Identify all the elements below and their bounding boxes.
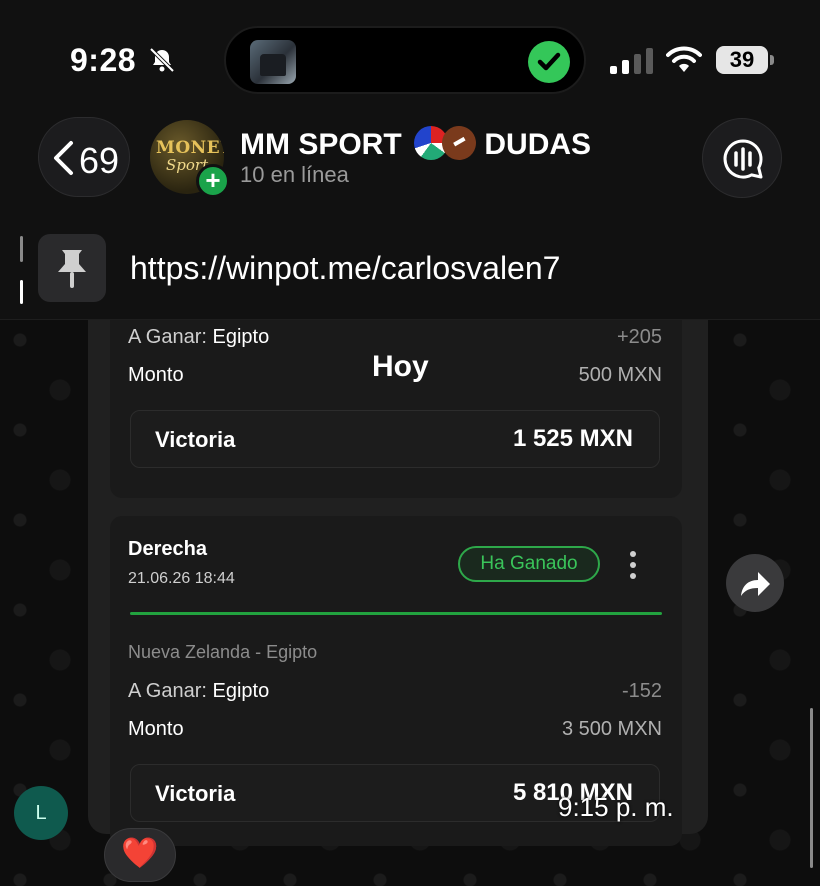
battery-level: 39: [716, 46, 768, 74]
checkmark-icon: [528, 41, 570, 83]
scrollbar[interactable]: [810, 708, 813, 868]
status-bar: 9:28 39: [0, 0, 820, 110]
sender-avatar[interactable]: L: [14, 786, 68, 840]
chat-area: A Ganar: Egipto +205 Monto 500 MXN Victo…: [0, 320, 820, 886]
more-options-icon[interactable]: [628, 550, 638, 580]
unread-count: 69: [79, 140, 120, 181]
to-win-row: A Ganar: Egipto: [128, 326, 270, 348]
odds-value: -152: [621, 680, 662, 702]
date-separator: Hoy: [372, 350, 429, 383]
bell-slash-icon: [149, 47, 175, 73]
bet-date: 21.06.26 18:44: [128, 570, 235, 587]
voice-chat-button[interactable]: [702, 118, 782, 198]
pinned-message-bar[interactable]: https://winpot.me/carlosvalen7: [0, 220, 820, 320]
pinned-link[interactable]: https://winpot.me/carlosvalen7: [130, 250, 560, 287]
group-name: MM SPORT: [240, 128, 402, 161]
amount-label: Monto: [128, 364, 184, 386]
football-icon: [435, 119, 483, 167]
victory-label: Victoria: [155, 781, 236, 806]
victory-amount: 1 525 MXN: [512, 425, 633, 452]
to-win-row: A Ganar: Egipto: [128, 680, 270, 702]
bet-title: Derecha: [128, 538, 207, 560]
bet-card: A Ganar: Egipto +205 Monto 500 MXN Victo…: [110, 320, 682, 498]
pin-indicator: [20, 236, 23, 262]
chat-header: 69 MONEY Sport + MM SPORT DUDAS 10 en lí…: [0, 110, 820, 220]
live-activity-thumbnail: [250, 40, 296, 84]
share-arrow-icon: [741, 572, 770, 596]
victory-box: Victoria 1 525 MXN: [130, 410, 660, 468]
avatar-logo-text: MONEY: [156, 138, 224, 158]
back-button[interactable]: 69: [38, 117, 130, 197]
voice-chat-icon: [723, 139, 763, 179]
status-badge: Ha Ganado: [458, 546, 600, 582]
forward-button[interactable]: [726, 554, 784, 612]
clock: 9:28: [70, 42, 137, 78]
message-time: 9:15 p. m.: [558, 792, 674, 822]
amount-label: Monto: [128, 718, 184, 740]
online-status: 10 en línea: [240, 162, 349, 187]
chevron-left-icon: [54, 141, 73, 175]
divider: [130, 612, 662, 615]
amount-value: 500 MXN: [578, 364, 662, 386]
heart-reaction[interactable]: ❤️: [104, 828, 176, 882]
group-name-suffix: DUDAS: [484, 128, 592, 161]
victory-label: Victoria: [155, 427, 236, 452]
cellular-signal-icon: [610, 48, 653, 74]
battery-icon: 39: [716, 46, 774, 74]
pin-indicator-active: [20, 280, 23, 304]
group-title[interactable]: MM SPORT DUDAS: [240, 119, 592, 167]
dynamic-island[interactable]: [224, 26, 586, 94]
odds-value: +205: [616, 326, 662, 348]
wifi-icon: [666, 46, 702, 72]
pin-icon: [38, 234, 106, 302]
add-badge-icon: +: [196, 164, 230, 198]
amount-value: 3 500 MXN: [561, 718, 662, 740]
match-name: Nueva Zelanda - Egipto: [128, 642, 318, 662]
